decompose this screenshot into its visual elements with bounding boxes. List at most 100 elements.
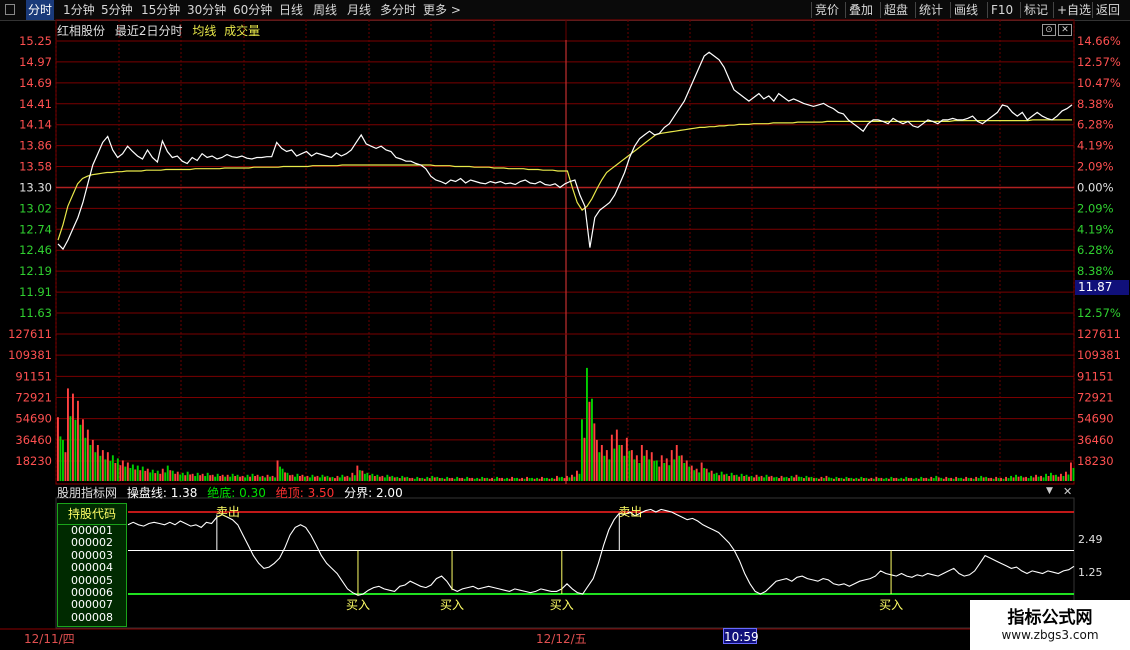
volume-bar bbox=[880, 477, 883, 481]
volume-bar bbox=[735, 474, 738, 481]
volume-bar bbox=[608, 459, 611, 481]
volume-bar bbox=[1032, 477, 1035, 481]
volume-bar bbox=[324, 476, 326, 481]
volume-bar bbox=[563, 478, 566, 481]
holding-code[interactable]: 000008 bbox=[58, 611, 126, 624]
volume-bar bbox=[683, 463, 686, 481]
volume-bar bbox=[511, 476, 513, 481]
volume-bar bbox=[296, 473, 299, 481]
window-close-icon[interactable]: ✕ bbox=[1058, 24, 1072, 36]
volume-bar bbox=[947, 478, 950, 481]
intraday-chart[interactable]: 15.25 14.66% 14.97 12.57% 14.69 10.47% 14.41 8.… bbox=[0, 0, 1130, 650]
volume-bar bbox=[483, 478, 486, 481]
indicator-header: 股朋指标网 操盘线: 1.38 绝底: 0.30 绝顶: 3.50 分界: 2.… bbox=[57, 484, 403, 501]
volume-bar bbox=[670, 450, 673, 481]
volume-bar bbox=[398, 478, 401, 481]
watermark-url: www.zbgs3.com bbox=[1001, 628, 1099, 642]
volume-bar bbox=[625, 437, 628, 481]
restore-icon[interactable]: ⊙ bbox=[1042, 24, 1056, 36]
volume-bar bbox=[623, 455, 626, 481]
volume-bar bbox=[274, 477, 276, 481]
volume-bar bbox=[728, 476, 731, 481]
volume-bar bbox=[942, 478, 945, 481]
volume-bar bbox=[895, 477, 898, 481]
volume-bar bbox=[885, 477, 888, 481]
volume-bar bbox=[526, 476, 528, 481]
volume-bar bbox=[411, 477, 414, 481]
volume-bar bbox=[216, 473, 219, 481]
volume-bar bbox=[493, 478, 496, 481]
volume-bar bbox=[655, 460, 658, 481]
volume-bar bbox=[523, 478, 526, 481]
volume-bar bbox=[503, 478, 506, 481]
volume-bar bbox=[77, 400, 79, 481]
volume-bar bbox=[840, 477, 843, 481]
volume-bar bbox=[231, 473, 234, 481]
volume-bar bbox=[533, 478, 536, 481]
volume-bar bbox=[156, 470, 159, 481]
volume-bar bbox=[166, 465, 169, 481]
watermark-title: 指标公式网 bbox=[1007, 608, 1093, 628]
volume-bar bbox=[186, 471, 189, 481]
volume-bar bbox=[463, 478, 466, 481]
volume-bar bbox=[733, 475, 736, 481]
holding-code[interactable]: 000004 bbox=[58, 561, 126, 574]
volume-bar bbox=[551, 477, 553, 481]
volume-bar bbox=[406, 476, 409, 481]
volume-bar bbox=[835, 476, 838, 481]
volume-bar bbox=[755, 474, 758, 481]
volume-tick-label-right: 91151 bbox=[1077, 369, 1114, 383]
percent-tick-label: 10.47% bbox=[1077, 76, 1121, 90]
volume-bar bbox=[358, 470, 361, 481]
holding-code[interactable]: 000002 bbox=[58, 536, 126, 549]
volume-bar bbox=[74, 419, 77, 481]
volume-bar bbox=[393, 477, 396, 481]
volume-bar bbox=[79, 424, 82, 481]
volume-bar bbox=[336, 475, 339, 481]
volume-bar bbox=[865, 477, 868, 481]
volume-bar bbox=[176, 471, 179, 481]
volume-bar bbox=[246, 474, 249, 481]
volume-bar bbox=[254, 476, 256, 481]
volume-bar bbox=[815, 477, 818, 481]
volume-bar bbox=[965, 476, 968, 481]
volume-bar bbox=[887, 478, 890, 481]
indicator-close-icon[interactable]: ✕ bbox=[1063, 485, 1072, 498]
volume-bar bbox=[955, 476, 958, 481]
volume-bar bbox=[982, 477, 985, 481]
volume-bar bbox=[351, 472, 354, 481]
volume-bar bbox=[121, 460, 124, 481]
toolbar-box-icon[interactable] bbox=[5, 4, 15, 15]
volume-bar bbox=[860, 476, 863, 481]
volume-bar bbox=[341, 474, 344, 481]
price-tick-label: 12.46 bbox=[19, 243, 52, 257]
percent-tick-label: 12.57% bbox=[1077, 55, 1121, 69]
volume-bar bbox=[461, 477, 464, 481]
volume-bar bbox=[408, 478, 411, 481]
volume-bar bbox=[633, 459, 636, 481]
holding-code[interactable]: 000007 bbox=[58, 599, 126, 612]
volume-tick-label: 54690 bbox=[15, 412, 52, 426]
indicator-dropdown-icon[interactable]: ▼ bbox=[1046, 486, 1053, 496]
bottom-level-label: 绝底: bbox=[207, 486, 236, 500]
volume-bar bbox=[1002, 478, 1005, 481]
volume-bar bbox=[431, 475, 434, 481]
volume-bar bbox=[915, 477, 918, 481]
volume-bar bbox=[67, 388, 69, 481]
volume-bar bbox=[877, 478, 880, 481]
volume-bar bbox=[892, 478, 895, 481]
volume-bar bbox=[241, 475, 244, 481]
volume-bar bbox=[902, 478, 905, 481]
volume-bar bbox=[356, 465, 359, 481]
volume-bar bbox=[975, 476, 978, 481]
volume-bar bbox=[319, 477, 321, 481]
volume-bar bbox=[556, 475, 558, 481]
volume-bar bbox=[620, 445, 623, 481]
volume-bar bbox=[1020, 475, 1022, 481]
volume-tick-label-right: 109381 bbox=[1077, 348, 1121, 362]
volume-bar bbox=[1005, 476, 1007, 481]
volume-bar bbox=[638, 463, 641, 481]
volume-bar bbox=[126, 462, 129, 481]
volume-bar bbox=[443, 478, 446, 481]
volume-bar bbox=[289, 475, 291, 481]
